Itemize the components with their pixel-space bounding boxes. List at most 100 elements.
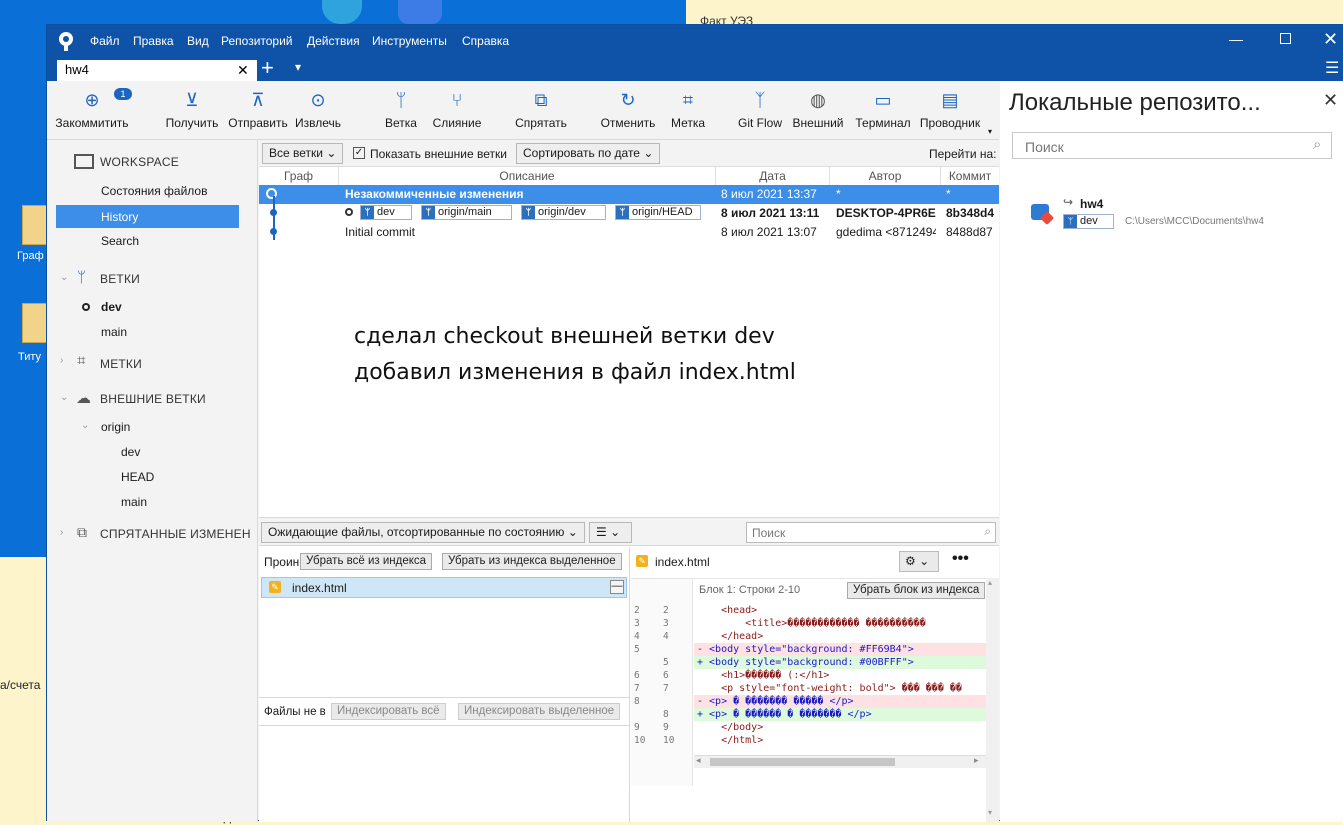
column-graph[interactable]: Граф — [259, 167, 339, 185]
branches-header[interactable]: ВЕТКИ — [100, 272, 140, 286]
list-mode-dropdown[interactable]: ☰ ⌄ — [589, 522, 632, 543]
new-tab-button[interactable]: + — [261, 55, 274, 81]
repository-item[interactable]: ↪ hw4 ᛘ dev C:\Users\MCC\Documents\hw4 — [1028, 195, 1318, 237]
branch-tag-origin-main[interactable]: ᛘ origin/main — [421, 205, 512, 220]
column-commit[interactable]: Коммит — [941, 167, 999, 185]
toolbar-overflow-icon[interactable]: ▾ — [988, 127, 992, 136]
stashes-header[interactable]: СПРЯТАННЫЕ ИЗМЕНЕНИЯ — [100, 527, 250, 541]
merge-button[interactable]: ⑂ Слияние — [429, 89, 485, 130]
fetch-button[interactable]: ⊙ Извлечь — [290, 89, 346, 130]
chevron-down-icon[interactable]: ⌄ — [60, 392, 68, 403]
git-flow-icon: ᛉ — [754, 90, 766, 110]
unstage-hunk-button[interactable]: Убрать блок из индекса — [847, 582, 986, 599]
sidebar-item-remote-dev[interactable]: dev — [121, 445, 140, 459]
plus-circle-icon: ⊕ — [84, 90, 100, 110]
sidebar-item-history[interactable]: History — [56, 205, 239, 228]
file-search-input[interactable]: Поиск ⌕ — [746, 522, 996, 543]
column-author[interactable]: Автор — [830, 167, 941, 185]
sidebar-item-branch-main[interactable]: main — [101, 325, 127, 339]
sidebar-item-file-status[interactable]: Состояния файлов — [101, 184, 207, 198]
menu-actions[interactable]: Действия — [307, 34, 360, 48]
code-line: <h1>������ (:</h1> — [697, 670, 830, 681]
scroll-down-icon[interactable]: ▾ — [988, 808, 992, 817]
workspace-header[interactable]: WORKSPACE — [100, 155, 179, 169]
terminal-button[interactable]: ▭ Терминал — [853, 89, 913, 130]
scroll-up-icon[interactable]: ▴ — [988, 578, 992, 587]
desktop-file-icon[interactable] — [22, 303, 48, 343]
sidebar-item-origin[interactable]: origin — [101, 420, 130, 434]
sidebar-item-branch-dev[interactable]: dev — [101, 300, 122, 314]
close-window-icon[interactable]: ✕ — [1323, 29, 1338, 50]
menu-edit[interactable]: Правка — [133, 34, 174, 48]
goto-label[interactable]: Перейти на: — [929, 147, 997, 161]
table-row[interactable]: ᛘ dev ᛘ origin/main ᛘ origin/dev ᛘ origin/HE… — [259, 204, 999, 223]
list-item[interactable]: ✎ index.html — — [261, 577, 627, 598]
column-description[interactable]: Описание — [339, 167, 716, 185]
close-tab-icon[interactable]: ✕ — [237, 62, 249, 79]
tab-hw4[interactable]: hw4 ✕ — [57, 60, 257, 81]
desktop-file-icon[interactable] — [22, 205, 48, 245]
minimize-icon[interactable]: — — [1229, 31, 1243, 47]
pull-button[interactable]: ⊻ Получить — [160, 89, 224, 130]
menu-tools[interactable]: Инструменты — [372, 34, 447, 48]
column-date[interactable]: Дата — [716, 167, 830, 185]
sidebar-item-remote-main[interactable]: main — [121, 495, 147, 509]
new-line-number: 10 — [663, 735, 675, 746]
branch-tag-origin-dev[interactable]: ᛘ origin/dev — [521, 205, 606, 220]
branch-tag-dev[interactable]: ᛘ dev — [360, 205, 412, 220]
tag-button[interactable]: ⌗ Метка — [667, 89, 709, 130]
chevron-down-icon[interactable]: ⌄ — [81, 420, 89, 431]
code-line: <head> — [697, 605, 758, 616]
table-row[interactable]: Initial commit 8 июл 2021 13:07 gdedima … — [259, 223, 999, 242]
hunk-header: Блок 1: Строки 2-10 — [699, 584, 801, 596]
head-marker-icon — [345, 208, 353, 216]
old-line-number: 8 — [634, 696, 640, 707]
pending-sort-dropdown[interactable]: Ожидающие файлы, отсортированные по сост… — [261, 522, 585, 543]
explorer-button[interactable]: ▤ Проводник — [918, 89, 982, 130]
horizontal-scrollbar[interactable]: ◂ ▸ — [694, 755, 986, 768]
fetch-icon: ⊙ — [310, 90, 326, 110]
git-flow-button[interactable]: ᛉ Git Flow — [736, 89, 784, 130]
chevron-right-icon[interactable]: › — [60, 527, 63, 538]
tags-header[interactable]: МЕТКИ — [100, 357, 142, 371]
menu-help[interactable]: Справка — [462, 34, 509, 48]
scroll-right-icon[interactable]: ▸ — [974, 755, 979, 766]
stage-all-button[interactable]: Индексировать всё — [331, 703, 446, 720]
branch-button[interactable]: ᛘ Ветка — [381, 89, 421, 130]
stash-button[interactable]: ⧉ Спрятать — [510, 89, 572, 130]
unstage-selected-button[interactable]: Убрать из индекса выделенное — [442, 553, 622, 570]
branch-tag-origin-head[interactable]: ᛘ origin/HEAD — [615, 205, 701, 220]
scroll-left-icon[interactable]: ◂ — [696, 755, 701, 766]
menu-file[interactable]: Файл — [90, 34, 120, 48]
push-button[interactable]: ⊼ Отправить — [226, 89, 290, 130]
discard-button[interactable]: ↻ Отменить — [597, 89, 659, 130]
table-row[interactable]: Незакоммиченные изменения 8 июл 2021 13:… — [259, 185, 999, 204]
menu-repository[interactable]: Репозиторий — [221, 34, 293, 48]
vertical-scrollbar[interactable]: ▴ ▾ — [986, 578, 999, 822]
stage-selected-button[interactable]: Индексировать выделенное — [458, 703, 621, 720]
repository-search-input[interactable]: Поиск ⌕ — [1012, 132, 1332, 159]
chevron-down-icon[interactable]: ⌄ — [60, 272, 68, 283]
explorer-icon: ▤ — [941, 90, 959, 110]
hamburger-menu-icon[interactable]: ☰ — [1325, 58, 1339, 78]
main-toolbar: ⊕ Закоммитить 1 ⊻ Получить ⊼ Отправить ⊙… — [47, 81, 999, 140]
diff-settings-dropdown[interactable]: ⚙ ⌄ — [899, 551, 939, 572]
remotes-header[interactable]: ВНЕШНИЕ ВЕТКИ — [100, 392, 206, 406]
show-remote-checkbox[interactable]: ✓ — [353, 147, 365, 159]
history-panel: Все ветки ⌄ ✓ Показать внешние ветки Сор… — [259, 140, 999, 822]
scrollbar-thumb[interactable] — [710, 758, 895, 766]
more-options-icon[interactable]: ••• — [952, 550, 969, 568]
unstage-file-button[interactable]: — — [610, 580, 624, 594]
maximize-icon[interactable] — [1280, 33, 1291, 44]
chevron-right-icon[interactable]: › — [60, 355, 63, 366]
remote-button[interactable]: ◍ Внешний — [790, 89, 846, 130]
unstage-all-button[interactable]: Убрать всё из индекса — [300, 553, 433, 570]
tab-list-dropdown[interactable]: ▾ — [295, 60, 301, 74]
sidebar-item-search[interactable]: Search — [101, 234, 139, 248]
divider — [259, 725, 630, 726]
all-branches-dropdown[interactable]: Все ветки ⌄ — [262, 143, 344, 164]
sidebar-item-remote-head[interactable]: HEAD — [121, 470, 154, 484]
menu-view[interactable]: Вид — [187, 34, 209, 48]
sort-dropdown[interactable]: Сортировать по дате ⌄ — [516, 143, 661, 164]
close-panel-icon[interactable]: ✕ — [1323, 90, 1338, 111]
